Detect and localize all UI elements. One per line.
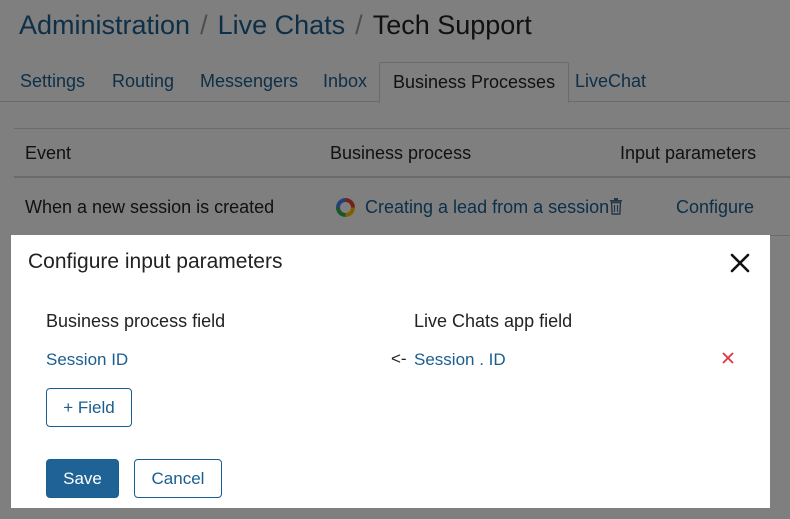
cancel-button[interactable]: Cancel bbox=[134, 459, 222, 498]
bp-field-session-id[interactable]: Session ID bbox=[46, 350, 128, 370]
dialog-title: Configure input parameters bbox=[28, 250, 283, 273]
remove-x-icon[interactable] bbox=[722, 352, 734, 364]
add-field-button[interactable]: + Field bbox=[46, 388, 132, 427]
save-button[interactable]: Save bbox=[46, 459, 119, 498]
configure-parameters-dialog: Configure input parameters Business proc… bbox=[11, 235, 770, 508]
column-live-chats-app-field: Live Chats app field bbox=[414, 311, 573, 331]
column-business-process-field: Business process field bbox=[46, 311, 226, 331]
app-field-session-id[interactable]: Session . ID bbox=[414, 350, 506, 370]
mapping-arrow: <- bbox=[391, 349, 407, 368]
close-icon[interactable] bbox=[727, 250, 753, 276]
